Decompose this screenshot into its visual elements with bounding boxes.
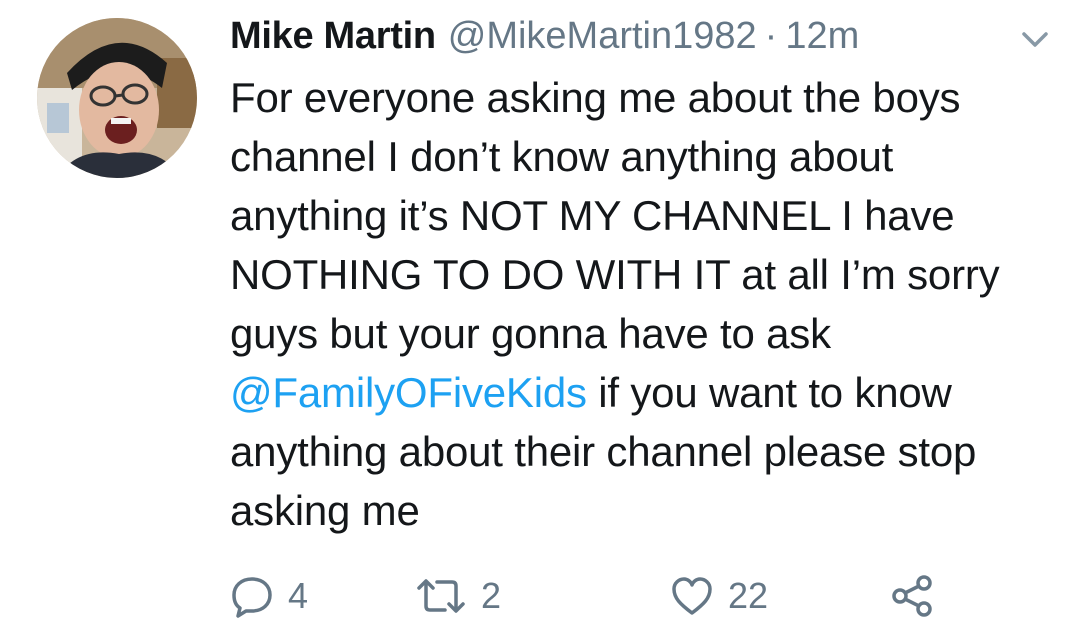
tweet-actions: 4 2 22 — [230, 568, 990, 624]
speech-bubble-icon — [230, 574, 274, 618]
tweet[interactable]: Mike Martin @MikeMartin1982 · 12m For ev… — [0, 0, 1080, 635]
heart-icon — [670, 574, 714, 618]
mention-link[interactable]: @FamilyOFiveKids — [230, 369, 587, 416]
tweet-header: Mike Martin @MikeMartin1982 · 12m — [230, 10, 1060, 62]
like-count: 22 — [728, 575, 769, 616]
avatar[interactable] — [37, 18, 197, 178]
author-name[interactable]: Mike Martin — [230, 10, 436, 62]
retweet-button[interactable]: 2 — [415, 568, 501, 624]
share-icon — [890, 574, 934, 618]
tweet-content: Mike Martin @MikeMartin1982 · 12m For ev… — [230, 10, 1060, 540]
author-handle[interactable]: @MikeMartin1982 — [448, 10, 757, 62]
reply-button[interactable]: 4 — [230, 568, 308, 624]
tweet-text: For everyone asking me about the boys ch… — [230, 68, 1050, 540]
retweet-count: 2 — [481, 575, 502, 616]
tweet-timestamp[interactable]: 12m — [785, 10, 859, 62]
tweet-text-before: For everyone asking me about the boys ch… — [230, 74, 1000, 357]
chevron-down-icon[interactable] — [1020, 30, 1050, 50]
retweet-arrows-icon — [415, 574, 467, 618]
like-button[interactable]: 22 — [670, 568, 768, 624]
reply-count: 4 — [288, 575, 309, 616]
share-button[interactable] — [890, 568, 934, 624]
separator-dot: · — [764, 15, 778, 57]
